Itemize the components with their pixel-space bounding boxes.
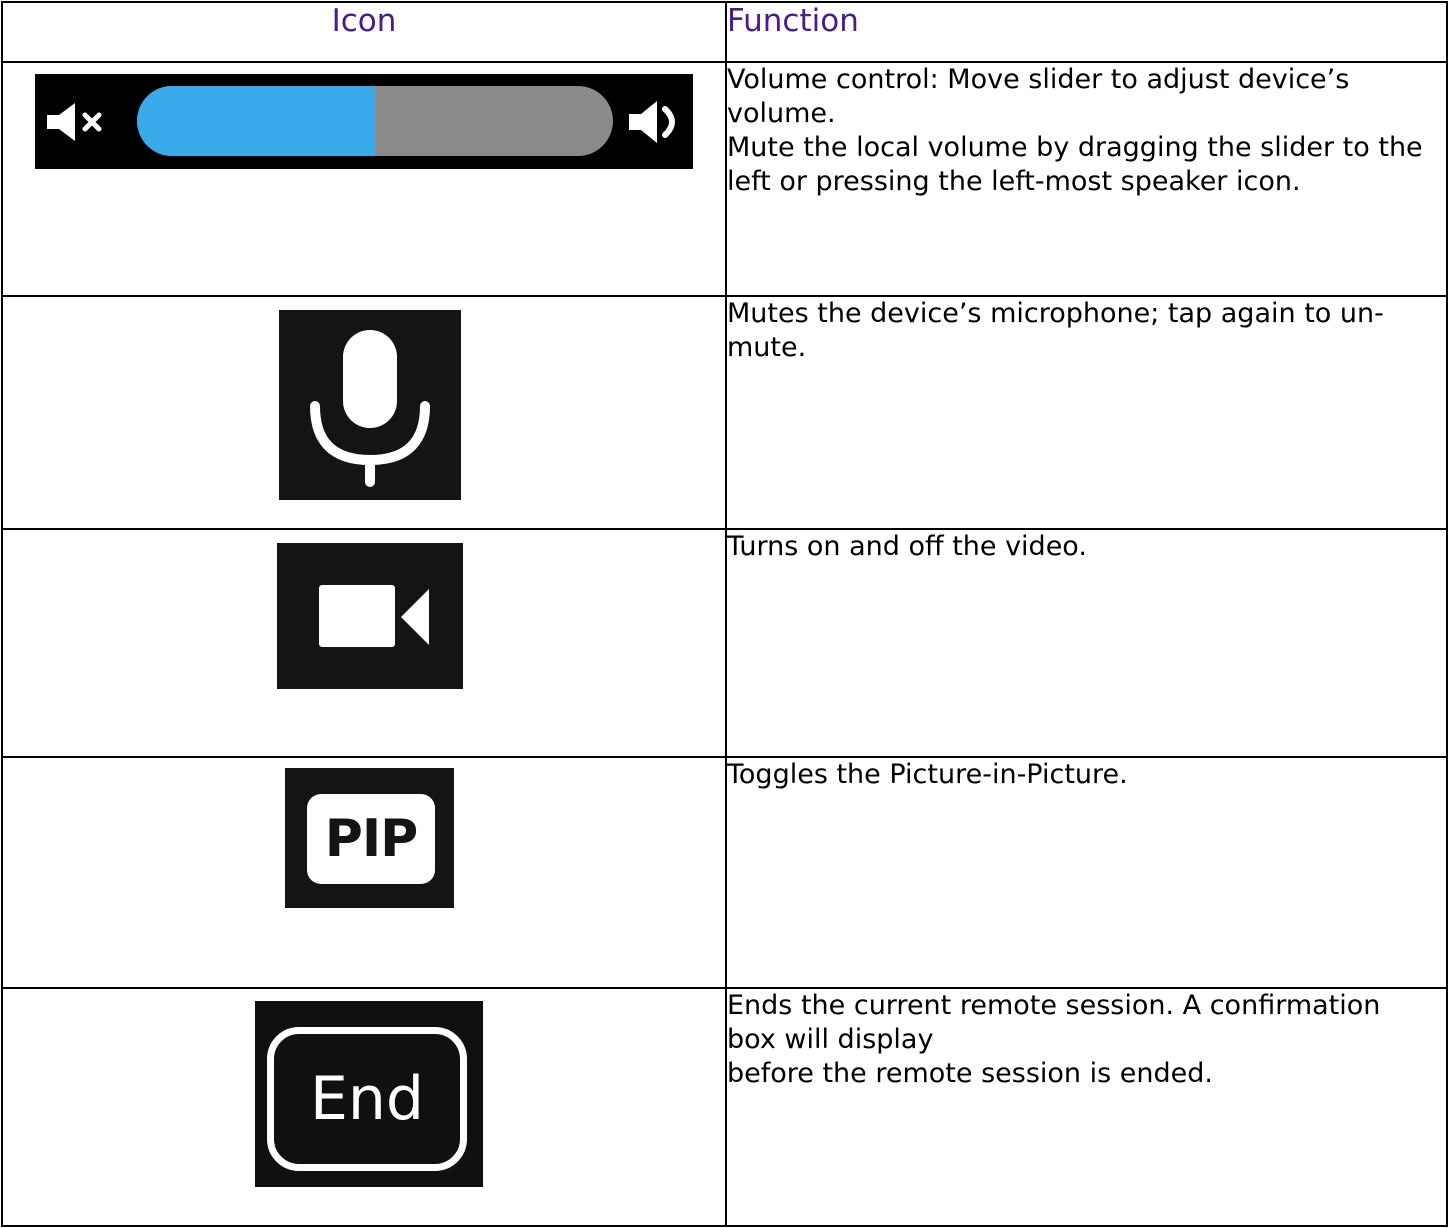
microphone-button[interactable] — [279, 310, 461, 500]
function-text-line: before the remote session is ended. — [727, 1058, 1213, 1089]
pip-button[interactable]: PIP — [285, 768, 454, 908]
table-header-row: Icon Function — [1, 1, 1448, 63]
function-text-line: mute. — [727, 332, 807, 363]
function-text-line: Mute the local volume by dragging the sl… — [727, 132, 1423, 163]
icon-cell — [1, 295, 727, 530]
pip-icon: PIP — [307, 794, 435, 884]
speaker-loud-icon[interactable] — [627, 99, 685, 145]
function-cell: Turns on and off the video. — [725, 528, 1448, 758]
video-button[interactable] — [277, 543, 463, 689]
icon-cell: End — [1, 987, 727, 1227]
function-text-line: Mutes the device’s microphone; tap again… — [727, 298, 1384, 329]
volume-control[interactable] — [35, 74, 693, 169]
end-button[interactable]: End — [255, 1001, 483, 1187]
function-text-line: volume. — [727, 98, 836, 129]
table-row: Turns on and off the video. — [1, 528, 1448, 758]
function-text-line: Volume control: Move slider to adjust de… — [727, 64, 1350, 95]
table-row: Volume control: Move slider to adjust de… — [1, 61, 1448, 297]
end-icon: End — [267, 1027, 467, 1171]
function-column-header: Function — [725, 1, 1448, 63]
function-text-line: box will display — [727, 1024, 934, 1055]
function-text-line: left or pressing the left-most speaker i… — [727, 166, 1301, 197]
table-row: PIP Toggles the Picture-in-Picture. — [1, 756, 1448, 989]
function-text-line: Toggles the Picture-in-Picture. — [727, 759, 1128, 790]
function-text-line: Turns on and off the video. — [727, 531, 1087, 562]
function-cell: Mutes the device’s microphone; tap again… — [725, 295, 1448, 530]
volume-slider-fill — [137, 86, 375, 156]
function-text-line: Ends the current remote session. A confi… — [727, 990, 1381, 1021]
video-camera-icon — [319, 585, 429, 647]
icon-cell — [1, 528, 727, 758]
function-cell: Volume control: Move slider to adjust de… — [725, 61, 1448, 297]
microphone-icon — [310, 330, 430, 487]
icon-cell — [1, 61, 727, 297]
table-row: Mutes the device’s microphone; tap again… — [1, 295, 1448, 530]
icon-column-header: Icon — [1, 1, 727, 63]
function-cell: Toggles the Picture-in-Picture. — [725, 756, 1448, 989]
volume-slider-track[interactable] — [137, 86, 613, 156]
icon-cell: PIP — [1, 756, 727, 989]
table-row: End Ends the current remote session. A c… — [1, 987, 1448, 1227]
speaker-mute-icon[interactable] — [45, 101, 107, 143]
function-cell: Ends the current remote session. A confi… — [725, 987, 1448, 1227]
icon-function-table: Icon Function Volume control: Move slide… — [1, 1, 1448, 1227]
